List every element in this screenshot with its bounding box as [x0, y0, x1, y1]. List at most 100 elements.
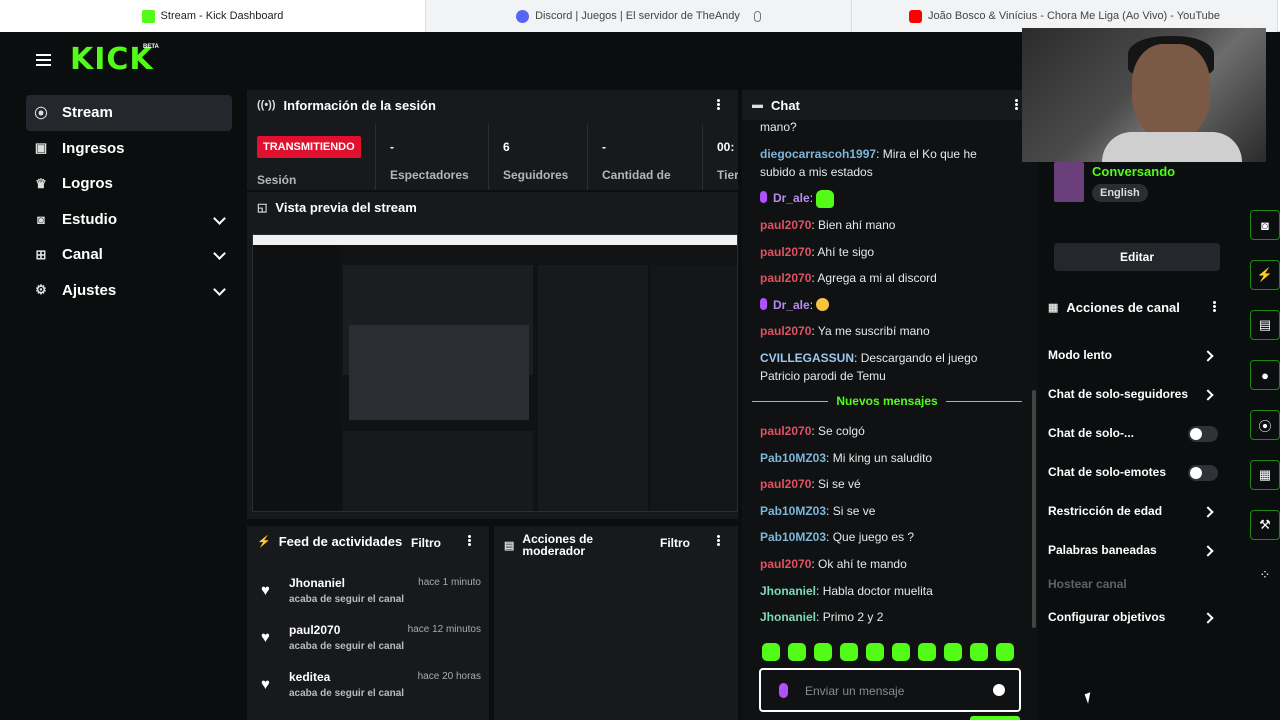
message-text: Bien ahí mano [818, 218, 896, 232]
emote-icon[interactable] [788, 643, 806, 661]
more-options-icon[interactable] [1015, 99, 1018, 110]
quick-actions-rail: ◙ ⚡ ▤ ● ⦿ ▦ ⚒ ⁘ [1248, 200, 1280, 600]
feed-username[interactable]: keditea [289, 670, 330, 684]
chat-username[interactable]: Pab10MZ03 [760, 451, 826, 465]
emote-icon[interactable] [892, 643, 910, 661]
sidebar-item-stream[interactable]: ⦿ Stream [26, 95, 232, 131]
chat-username[interactable]: Jhonaniel [760, 584, 816, 598]
more-apps-icon[interactable]: ⁘ [1250, 560, 1280, 590]
lightning-icon[interactable]: ⚡ [1250, 260, 1280, 290]
chat-message: paul2070: Bien ahí mano [760, 218, 896, 232]
stat-value: - [390, 140, 394, 154]
emote-icon[interactable] [996, 643, 1014, 661]
message-text: Si se ve [832, 504, 876, 518]
stat-value: 6 [503, 140, 510, 154]
feed-username[interactable]: Jhonaniel [289, 576, 345, 590]
chat-username[interactable]: paul2070 [760, 271, 811, 285]
tab-kick-dashboard[interactable]: Stream - Kick Dashboard [0, 0, 426, 32]
activity-feed-header: ⚡ Feed de actividades Filtro [247, 526, 489, 556]
emote-icon[interactable] [866, 643, 884, 661]
filter-button[interactable]: Filtro [411, 536, 441, 550]
more-options-icon[interactable] [717, 535, 720, 546]
chat-username[interactable]: paul2070 [760, 424, 811, 438]
chat-username[interactable]: Jhonaniel [760, 610, 816, 624]
action-configure-goals[interactable]: Configurar objetivos [1048, 610, 1228, 624]
emote-icon[interactable] [840, 643, 858, 661]
tab-discord[interactable]: Discord | Juegos | El servidor de TheAnd… [426, 0, 852, 32]
sidebar-item-logros[interactable]: ♛ Logros [26, 166, 232, 202]
chat-username[interactable]: Dr_ale [773, 191, 810, 205]
emote-icon[interactable] [970, 643, 988, 661]
left-sidebar: KICK BETA ⦿ Stream ▣ Ingresos ♛ Logros ◙… [0, 32, 244, 720]
chat-username[interactable]: paul2070 [760, 245, 811, 259]
panel-title: Acciones de moderador [522, 533, 593, 557]
hamburger-menu-icon[interactable] [36, 54, 51, 66]
divider-line [752, 400, 829, 402]
sidebar-item-ajustes[interactable]: ⚙ Ajustes [26, 273, 232, 309]
emote-quick-bar [762, 643, 1014, 661]
chat-username[interactable]: paul2070 [760, 477, 811, 491]
feed-time: hace 12 minutos [407, 624, 481, 635]
chat-bubble-icon[interactable]: ● [1250, 360, 1280, 390]
feed-time: hace 1 minuto [418, 577, 481, 588]
stat-label: Cantidad de [602, 168, 671, 182]
broadcast-icon: ((•)) [257, 99, 276, 111]
sidebar-item-estudio[interactable]: ◙ Estudio [26, 202, 232, 238]
panel-title: Feed de actividades [278, 533, 403, 549]
chevron-right-icon [1202, 612, 1214, 624]
chat-username[interactable]: diegocarrascoh1997 [760, 147, 876, 161]
document-icon[interactable]: ▤ [1250, 310, 1280, 340]
emote-icon[interactable] [814, 643, 832, 661]
message-text: Agrega a mi al discord [817, 271, 937, 285]
feed-description: acaba de seguir el canal [289, 641, 405, 652]
new-messages-divider[interactable]: Nuevos mensajes [752, 394, 1023, 408]
send-button[interactable] [970, 716, 1020, 720]
stat-count: - Cantidad de [587, 124, 702, 190]
chat-username[interactable]: paul2070 [760, 557, 811, 571]
chat-username[interactable]: paul2070 [760, 324, 811, 338]
panel-title: Vista previa del stream [275, 199, 417, 215]
chat-scrollbar[interactable] [1032, 390, 1036, 628]
camera-icon[interactable]: ◙ [1250, 210, 1280, 240]
chat-username[interactable]: Pab10MZ03 [760, 530, 826, 544]
action-age-restriction[interactable]: Restricción de edad [1048, 504, 1228, 518]
emote-icon[interactable] [918, 643, 936, 661]
sidebar-item-canal[interactable]: ⊞ Canal [26, 237, 232, 273]
stream-category[interactable]: Conversando [1092, 164, 1175, 179]
wrench-icon[interactable]: ⚒ [1250, 510, 1280, 540]
broadcast-icon[interactable]: ⦿ [1250, 410, 1280, 440]
more-options-icon[interactable] [717, 99, 720, 110]
kick-logo[interactable]: KICK [70, 42, 154, 77]
action-label: Palabras baneadas [1048, 543, 1157, 557]
emote-icon[interactable] [762, 643, 780, 661]
chat-message-input[interactable] [805, 681, 985, 701]
emote-icon[interactable] [944, 643, 962, 661]
message-text: Habla doctor muelita [822, 584, 933, 598]
feed-username[interactable]: paul2070 [289, 623, 340, 637]
action-slow-mode[interactable]: Modo lento [1048, 348, 1228, 362]
chat-username[interactable]: Dr_ale [773, 298, 810, 312]
more-options-icon[interactable] [1213, 301, 1216, 312]
chat-input-box[interactable] [759, 668, 1021, 712]
chat-username[interactable]: Pab10MZ03 [760, 504, 826, 518]
stream-preview-video[interactable] [252, 234, 738, 512]
filter-button[interactable]: Filtro [660, 536, 690, 550]
action-banned-words[interactable]: Palabras baneadas [1048, 543, 1228, 557]
stat-label: Tier [717, 168, 738, 182]
chat-username[interactable]: CVILLEGASSUN [760, 351, 854, 365]
new-messages-label: Nuevos mensajes [836, 394, 938, 408]
chat-username[interactable]: paul2070 [760, 218, 811, 232]
layout-icon[interactable]: ▦ [1250, 460, 1280, 490]
emoji-picker-icon[interactable] [993, 684, 1005, 696]
more-options-icon[interactable] [468, 535, 471, 546]
sidebar-item-ingresos[interactable]: ▣ Ingresos [26, 131, 232, 167]
edit-stream-button[interactable]: Editar [1054, 243, 1220, 271]
preview-tabs [253, 235, 737, 245]
subscribers-only-toggle[interactable] [1188, 426, 1218, 442]
action-followers-only-chat[interactable]: Chat de solo-seguidores [1048, 387, 1228, 401]
action-label: Modo lento [1048, 348, 1112, 362]
action-label: Configurar objetivos [1048, 610, 1166, 624]
message-text: Mi king un saludito [832, 451, 933, 465]
emotes-only-toggle[interactable] [1188, 465, 1218, 481]
chevron-right-icon [1202, 545, 1214, 557]
